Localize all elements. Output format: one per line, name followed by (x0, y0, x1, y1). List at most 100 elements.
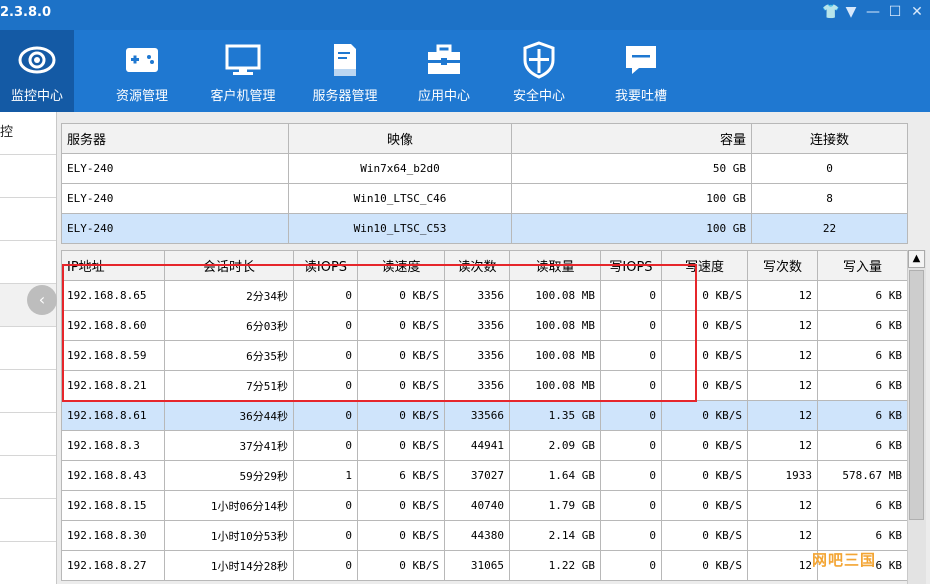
session-cell: 1.35 GB (509, 400, 601, 431)
document-icon (334, 44, 356, 76)
server-cell: 0 (751, 153, 908, 184)
tool-label: 服务器管理 (312, 89, 378, 104)
session-row[interactable]: 192.168.8.65 2分34秒 0 0 KB/S 3356 100.08 MB 0 0 … (61, 280, 908, 311)
session-row[interactable]: 192.168.8.30 1小时10分53秒 0 0 KB/S 44380 2.14 GB… (61, 520, 908, 551)
session-cell: 0 KB/S (357, 400, 445, 431)
session-cell: 12 (747, 400, 818, 431)
session-cell: 0 KB/S (661, 310, 748, 341)
col-header-session-duration[interactable]: 会话时长 (164, 250, 294, 281)
session-cell: 3356 (444, 340, 510, 371)
session-cell: 12 (747, 370, 818, 401)
shirt-icon[interactable]: 👕 (822, 4, 839, 20)
nav-item[interactable] (0, 456, 56, 499)
session-cell: 0 KB/S (661, 490, 748, 521)
session-cell: 0 KB/S (357, 520, 445, 551)
col-header-read-count[interactable]: 读次数 (444, 250, 510, 281)
session-row[interactable]: 192.168.8.21 7分51秒 0 0 KB/S 3356 100.08 MB 0 0 … (61, 370, 908, 401)
tool-app-center[interactable]: 应用中心 (406, 30, 482, 112)
session-scrollbar[interactable]: ▲ (907, 250, 926, 584)
nav-item[interactable] (0, 370, 56, 413)
col-header-read-amount[interactable]: 读取量 (509, 250, 601, 281)
nav-item[interactable] (0, 155, 56, 198)
scroll-thumb[interactable] (909, 270, 924, 520)
col-header-image[interactable]: 映像 (288, 123, 512, 154)
server-row[interactable]: ELY-240 Win10_LTSC_C53 100 GB 22 (61, 213, 908, 244)
main-toolbar: 监控中心 资源管理 客户机管理 服务器管理 应用中心 安全中心 我要吐槽 (0, 30, 930, 112)
close-icon[interactable]: ✕ (910, 4, 924, 20)
server-cell: ELY-240 (61, 183, 289, 214)
session-row[interactable]: 192.168.8.43 59分29秒 1 6 KB/S 37027 1.64 GB 0 0 … (61, 460, 908, 491)
nav-item[interactable] (0, 327, 56, 370)
session-cell: 0 (600, 430, 662, 461)
session-row[interactable]: 192.168.8.60 6分03秒 0 0 KB/S 3356 100.08 MB 0 0 … (61, 310, 908, 341)
col-header-write-iops[interactable]: 写IOPS (600, 250, 662, 281)
nav-item[interactable] (0, 413, 56, 456)
dropdown-icon[interactable]: ▼ (844, 4, 858, 20)
server-cell: 100 GB (511, 183, 752, 214)
chat-icon (626, 46, 656, 74)
session-cell: 40740 (444, 490, 510, 521)
session-cell: 192.168.8.61 (61, 400, 165, 431)
session-cell: 7分51秒 (164, 370, 294, 401)
session-cell: 6 KB (817, 340, 908, 371)
session-cell: 0 KB/S (661, 400, 748, 431)
session-cell: 6 KB (817, 490, 908, 521)
session-cell: 0 KB/S (661, 550, 748, 581)
tool-security-center[interactable]: 安全中心 (508, 30, 570, 112)
session-cell: 12 (747, 340, 818, 371)
session-row[interactable]: 192.168.8.59 6分35秒 0 0 KB/S 3356 100.08 MB 0 0 … (61, 340, 908, 371)
col-header-capacity[interactable]: 容量 (511, 123, 752, 154)
gamepad-icon (126, 48, 158, 72)
server-table: 服务器 映像 容量 连接数 ELY-240 Win7x64_b2d0 50 GB 0 E… (61, 123, 908, 244)
session-cell: 1小时06分14秒 (164, 490, 294, 521)
session-cell: 6 KB (817, 520, 908, 551)
col-header-write-count[interactable]: 写次数 (747, 250, 818, 281)
tool-resource-management[interactable]: 资源管理 (104, 30, 180, 112)
session-cell: 192.168.8.65 (61, 280, 165, 311)
col-header-connections[interactable]: 连接数 (751, 123, 908, 154)
title-bar: 2.3.8.0 👕 ▼ — ☐ ✕ (0, 0, 930, 30)
col-header-server[interactable]: 服务器 (61, 123, 289, 154)
col-header-write-amount[interactable]: 写入量 (817, 250, 908, 281)
session-cell: 37027 (444, 460, 510, 491)
nav-item[interactable] (0, 499, 56, 542)
col-header-ip[interactable]: IP地址 (61, 250, 165, 281)
maximize-icon[interactable]: ☐ (888, 4, 902, 20)
session-cell: 192.168.8.43 (61, 460, 165, 491)
col-header-write-speed[interactable]: 写速度 (661, 250, 748, 281)
watermark-logo: 网吧三国 (812, 551, 877, 569)
nav-item[interactable] (0, 198, 56, 241)
session-cell: 192.168.8.27 (61, 550, 165, 581)
session-cell: 0 (293, 310, 358, 341)
server-table-header: 服务器 映像 容量 连接数 (61, 123, 908, 154)
session-cell: 192.168.8.15 (61, 490, 165, 521)
nav-item[interactable]: 控 (0, 112, 56, 155)
session-cell: 192.168.8.30 (61, 520, 165, 551)
minimize-icon[interactable]: — (866, 4, 880, 20)
tool-label: 客户机管理 (210, 89, 276, 104)
session-cell: 192.168.8.21 (61, 370, 165, 401)
col-header-read-speed[interactable]: 读速度 (357, 250, 445, 281)
session-row[interactable]: 192.168.8.15 1小时06分14秒 0 0 KB/S 40740 1.79 GB… (61, 490, 908, 521)
server-row[interactable]: ELY-240 Win10_LTSC_C46 100 GB 8 (61, 183, 908, 214)
session-row[interactable]: 192.168.8.3 37分41秒 0 0 KB/S 44941 2.09 GB 0 0 K… (61, 430, 908, 461)
app-version: 2.3.8.0 (0, 5, 51, 20)
session-cell: 0 (600, 520, 662, 551)
server-cell: 22 (751, 213, 908, 244)
tool-monitor-center[interactable]: 监控中心 (0, 30, 74, 112)
tool-server-management[interactable]: 服务器管理 (302, 30, 388, 112)
session-row[interactable]: 192.168.8.61 36分44秒 0 0 KB/S 33566 1.35 GB 0 0 … (61, 400, 908, 431)
server-cell: ELY-240 (61, 213, 289, 244)
session-row[interactable]: 192.168.8.27 1小时14分28秒 0 0 KB/S 31065 1.22 GB… (61, 550, 908, 581)
tool-feedback[interactable]: 我要吐槽 (610, 30, 672, 112)
session-cell: 2分34秒 (164, 280, 294, 311)
scroll-up-icon[interactable]: ▲ (908, 250, 925, 268)
server-row[interactable]: ELY-240 Win7x64_b2d0 50 GB 0 (61, 153, 908, 184)
tool-client-management[interactable]: 客户机管理 (200, 30, 286, 112)
tool-label: 应用中心 (417, 89, 470, 104)
nav-item[interactable] (0, 241, 56, 284)
session-cell: 0 (293, 280, 358, 311)
session-table: IP地址 会话时长 读IOPS 读速度 读次数 读取量 写IOPS 写速度 写次… (61, 250, 908, 581)
col-header-read-iops[interactable]: 读IOPS (293, 250, 358, 281)
collapse-sidebar-button[interactable]: ‹ (27, 285, 57, 315)
